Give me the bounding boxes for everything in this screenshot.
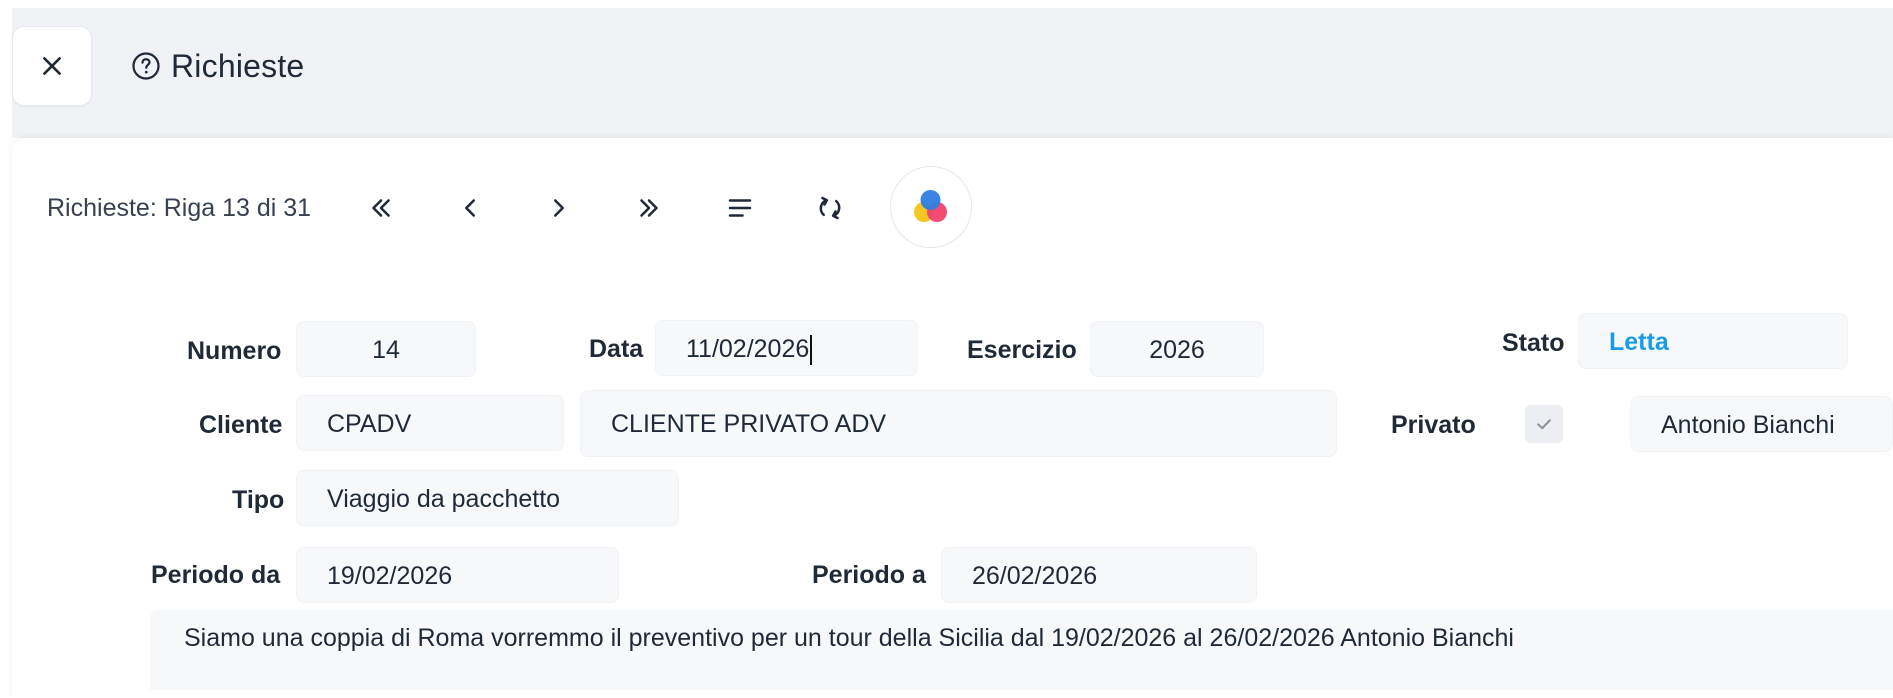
data-field-value: 11/02/2026 xyxy=(686,335,810,363)
last-record-icon xyxy=(640,199,658,217)
periodo-a-field[interactable]: 26/02/2026 xyxy=(941,547,1257,603)
stato-field[interactable]: Letta xyxy=(1578,313,1848,369)
cliente-label: Cliente xyxy=(199,411,283,439)
periodo-a-label: Periodo a xyxy=(812,561,926,589)
esercizio-label: Esercizio xyxy=(967,336,1077,364)
page-header: Richieste xyxy=(131,46,304,86)
theme-color-icon xyxy=(914,190,947,222)
stato-value: Letta xyxy=(1609,328,1669,356)
list-icon xyxy=(728,199,752,217)
tipo-field[interactable]: Viaggio da pacchetto xyxy=(296,470,679,526)
close-button[interactable] xyxy=(12,26,92,106)
data-field[interactable]: 11/02/2026 xyxy=(655,320,918,376)
data-label: Data xyxy=(589,335,644,363)
first-record-button[interactable] xyxy=(359,186,403,230)
esercizio-field[interactable]: 2026 xyxy=(1090,321,1264,377)
first-record-icon xyxy=(372,199,390,217)
cliente-name-field[interactable]: CLIENTE PRIVATO ADV xyxy=(580,390,1337,457)
numero-field[interactable]: 14 xyxy=(296,321,476,377)
close-icon xyxy=(43,57,61,75)
cliente-code-field[interactable]: CPADV xyxy=(296,395,564,451)
help-circle-icon[interactable] xyxy=(131,51,161,81)
privato-label: Privato xyxy=(1391,411,1476,439)
notes-textarea[interactable]: Siamo una coppia di Roma vorremmo il pre… xyxy=(150,610,1893,690)
contact-field[interactable]: Antonio Bianchi xyxy=(1630,396,1893,452)
privato-checkbox[interactable] xyxy=(1525,405,1563,443)
record-position-label: Richieste: Riga 13 di 31 xyxy=(47,194,312,222)
refresh-icon xyxy=(819,196,841,220)
refresh-button[interactable] xyxy=(808,186,852,230)
periodo-da-label: Periodo da xyxy=(151,561,281,589)
text-cursor xyxy=(810,335,813,366)
last-record-button[interactable] xyxy=(627,186,671,230)
numero-label: Numero xyxy=(187,337,282,365)
previous-record-button[interactable] xyxy=(448,186,492,230)
periodo-da-field[interactable]: 19/02/2026 xyxy=(296,547,619,603)
list-view-button[interactable] xyxy=(718,186,762,230)
next-record-button[interactable] xyxy=(537,186,581,230)
previous-record-icon xyxy=(465,199,475,217)
theme-color-button[interactable] xyxy=(890,166,972,248)
next-record-icon xyxy=(554,199,564,217)
tipo-label: Tipo xyxy=(232,486,285,514)
page-title: Richieste xyxy=(171,47,305,84)
checkmark-icon xyxy=(1537,419,1551,430)
stato-label: Stato xyxy=(1502,329,1565,357)
